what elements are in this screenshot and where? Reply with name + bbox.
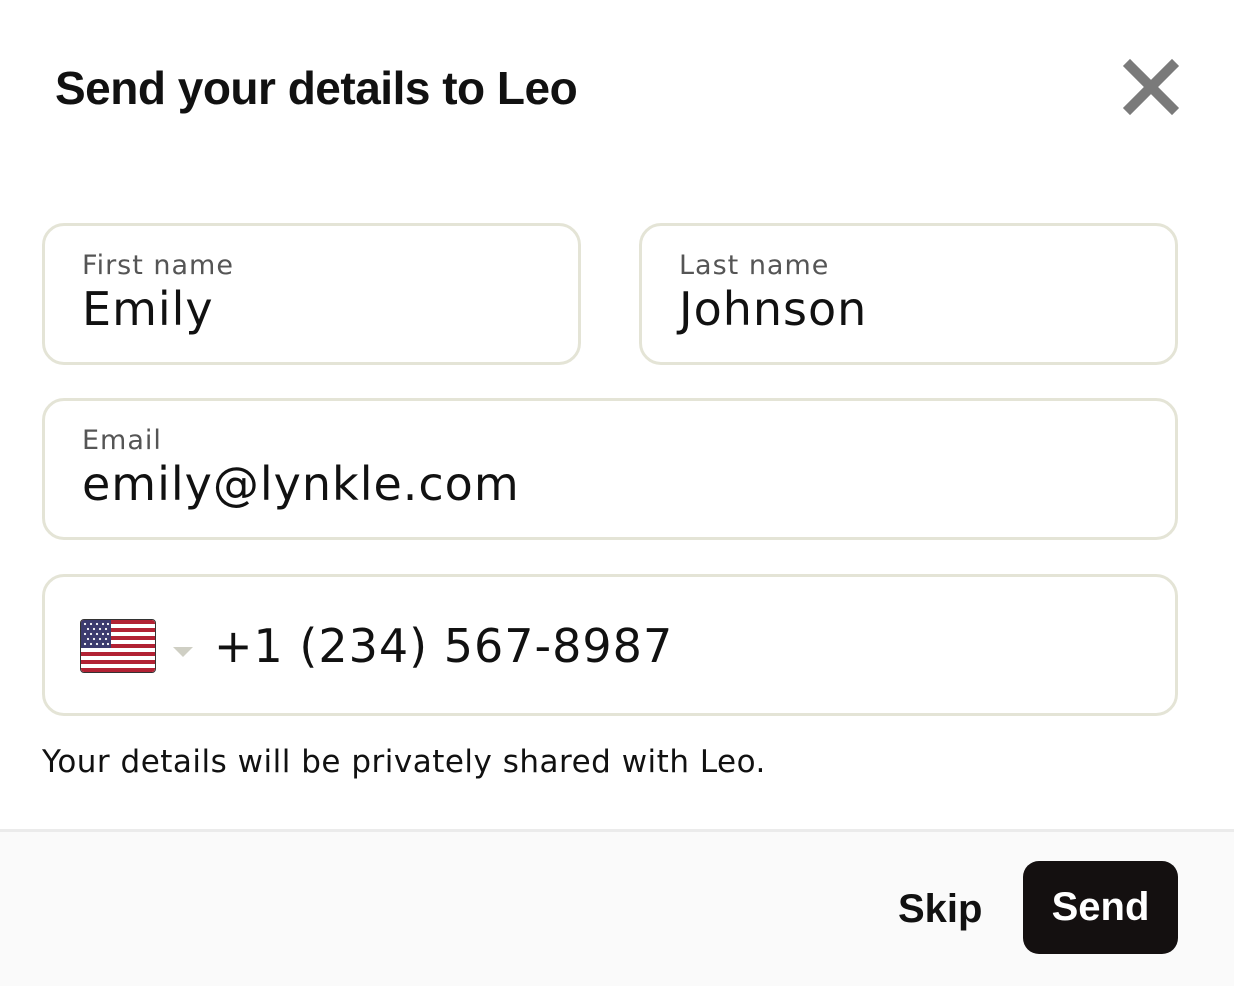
first-name-input[interactable]: Emily bbox=[82, 282, 214, 336]
privacy-helper-text: Your details will be privately shared wi… bbox=[42, 744, 766, 780]
close-icon bbox=[1122, 58, 1180, 116]
skip-button[interactable]: Skip bbox=[884, 882, 996, 936]
last-name-label: Last name bbox=[679, 250, 830, 281]
send-details-dialog: Send your details to Leo First name Emil… bbox=[0, 0, 1234, 986]
us-flag-icon bbox=[81, 620, 155, 672]
email-label: Email bbox=[82, 425, 162, 456]
send-button[interactable]: Send bbox=[1023, 861, 1178, 954]
first-name-label: First name bbox=[82, 250, 234, 281]
chevron-down-icon[interactable] bbox=[173, 647, 193, 657]
dialog-title: Send your details to Leo bbox=[55, 62, 578, 114]
email-field[interactable]: Email emily@lynkle.com bbox=[42, 398, 1178, 540]
last-name-field[interactable]: Last name Johnson bbox=[639, 223, 1178, 365]
phone-input[interactable]: +1 (234) 567-8987 bbox=[214, 619, 673, 673]
email-input[interactable]: emily@lynkle.com bbox=[82, 457, 520, 511]
dialog-footer: Skip Send bbox=[0, 829, 1234, 986]
close-button[interactable] bbox=[1122, 58, 1180, 116]
first-name-field[interactable]: First name Emily bbox=[42, 223, 581, 365]
last-name-input[interactable]: Johnson bbox=[679, 282, 867, 336]
phone-field[interactable]: +1 (234) 567-8987 bbox=[42, 574, 1178, 716]
country-selector[interactable] bbox=[80, 619, 156, 673]
